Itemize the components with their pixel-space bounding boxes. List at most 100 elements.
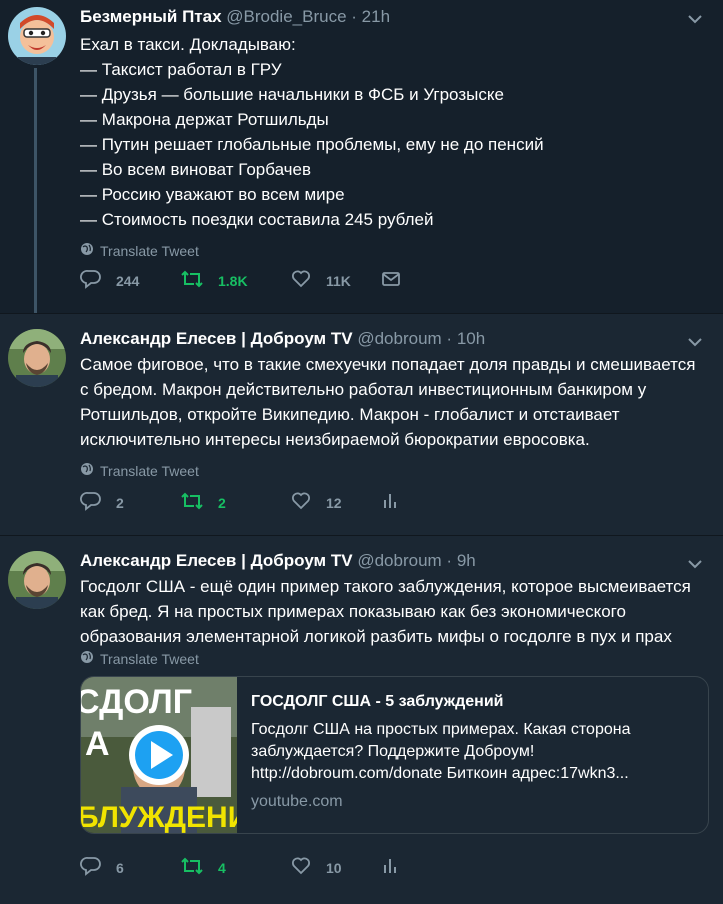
like-icon <box>290 268 312 293</box>
avatar[interactable] <box>8 329 66 387</box>
reply-icon <box>80 855 102 880</box>
tweet-line: — Во всем виноват Горбачев <box>80 160 311 179</box>
reply-count: 2 <box>116 494 124 511</box>
tweet-line: образования элементарной логикой разбить… <box>80 627 672 646</box>
tweet-header: Безмерный Птах @Brodie_Bruce · 21h <box>80 6 683 28</box>
reply-button[interactable]: 244 <box>80 268 180 293</box>
retweet-button[interactable]: 2 <box>180 490 290 515</box>
chevron-down-icon[interactable] <box>685 554 705 574</box>
card-desc-line: Госдолг США на простых примерах. Какая с… <box>251 721 631 738</box>
analytics-icon <box>380 855 402 880</box>
card-desc-line: заблуждается? Поддержите Доброум! <box>251 743 535 760</box>
chevron-down-icon[interactable] <box>685 9 705 29</box>
tweet-time[interactable]: 10h <box>457 329 485 348</box>
retweet-button[interactable]: 4 <box>180 855 290 880</box>
reply-icon <box>80 268 102 293</box>
tweet-line: Самое фиговое, что в такие смехуечки поп… <box>80 355 696 374</box>
thumb-text-bottom: БЛУЖДЕНИЙ <box>81 800 237 833</box>
retweet-button[interactable]: 1.8K <box>180 268 290 293</box>
chevron-down-icon[interactable] <box>685 332 705 352</box>
translate-label: Translate Tweet <box>100 462 199 479</box>
author-handle[interactable]: @dobroum <box>357 551 441 570</box>
retweet-count: 2 <box>218 494 226 511</box>
author-name[interactable]: Александр Елесев | Доброум TV <box>80 329 353 348</box>
like-count: 10 <box>326 859 342 876</box>
tweet-line: Ротшильдов, откройте Википедию. Макрон -… <box>80 405 620 424</box>
globe-icon <box>80 242 94 259</box>
tweet-line: как бред. Я на простых примерах показыва… <box>80 602 626 621</box>
separator: · <box>351 7 357 26</box>
retweet-count: 4 <box>218 859 226 876</box>
like-button[interactable]: 10 <box>290 855 380 880</box>
like-icon <box>290 490 312 515</box>
tweet-text: Ехал в такси. Докладываю: — Таксист рабо… <box>80 32 713 232</box>
like-count: 11K <box>326 272 351 289</box>
tweet-line: — Таксист работал в ГРУ <box>80 60 282 79</box>
translate-tweet-link[interactable]: Translate Tweet <box>80 650 199 667</box>
link-card[interactable]: СДОЛГ А БЛУЖДЕНИЙ ГОСДОЛГ США - 5 заблуж… <box>80 676 709 834</box>
tweet-text: Госдолг США - ещё один пример такого заб… <box>80 574 713 649</box>
card-desc-line: http://dobroum.com/donate Биткоин адрес:… <box>251 765 629 782</box>
tweet-time[interactable]: 9h <box>457 551 476 570</box>
like-button[interactable]: 11K <box>290 268 380 293</box>
tweet-3[interactable]: Александр Елесев | Доброум TV @dobroum ·… <box>0 535 723 904</box>
analytics-button[interactable] <box>380 490 402 515</box>
card-description: Госдолг США на простых примерах. Какая с… <box>251 719 630 785</box>
translate-label: Translate Tweet <box>100 242 199 259</box>
reply-icon <box>80 490 102 515</box>
author-name[interactable]: Александр Елесев | Доброум TV <box>80 551 353 570</box>
globe-icon <box>80 650 94 667</box>
retweet-icon <box>180 268 204 293</box>
play-icon <box>129 725 189 785</box>
tweet-2[interactable]: Александр Елесев | Доброум TV @dobroum ·… <box>0 313 723 535</box>
message-icon <box>380 268 402 293</box>
thumb-text-mid: А <box>85 725 110 763</box>
direct-message-button[interactable] <box>380 268 402 293</box>
thread-line <box>34 68 37 313</box>
tweet-line: — Россию уважают во всем мире <box>80 185 345 204</box>
tweet-line: — Путин решает глобальные проблемы, ему … <box>80 135 544 154</box>
like-icon <box>290 855 312 880</box>
tweet-line: Госдолг США - ещё один пример такого заб… <box>80 577 691 596</box>
reply-count: 6 <box>116 859 124 876</box>
reply-count: 244 <box>116 272 140 289</box>
tweet-line: с бредом. Макрон действительно работал и… <box>80 380 647 399</box>
reply-button[interactable]: 6 <box>80 855 180 880</box>
tweet-header: Александр Елесев | Доброум TV @dobroum ·… <box>80 328 683 350</box>
tweet-header: Александр Елесев | Доброум TV @dobroum ·… <box>80 550 683 572</box>
separator: · <box>446 551 453 570</box>
translate-tweet-link[interactable]: Translate Tweet <box>80 462 199 479</box>
card-domain: youtube.com <box>251 793 343 810</box>
tweet-line: исключительно интересы неизбираемой бюро… <box>80 430 590 449</box>
author-name[interactable]: Безмерный Птах <box>80 7 222 26</box>
translate-label: Translate Tweet <box>100 650 199 667</box>
analytics-icon <box>380 490 402 515</box>
translate-tweet-link[interactable]: Translate Tweet <box>80 242 199 259</box>
retweet-icon <box>180 855 204 880</box>
tweet-line: — Друзья — большие начальники в ФСБ и Уг… <box>80 85 504 104</box>
retweet-icon <box>180 490 204 515</box>
author-handle[interactable]: @dobroum <box>357 329 441 348</box>
tweet-time[interactable]: 21h <box>362 7 390 26</box>
tweet-actions: 244 1.8K 11K <box>80 268 402 293</box>
thumb-text-top: СДОЛГ <box>81 683 192 721</box>
reply-button[interactable]: 2 <box>80 490 180 515</box>
tweet-1[interactable]: Безмерный Птах @Brodie_Bruce · 21h Ехал … <box>0 0 723 313</box>
tweet-line: — Макрона держат Ротшильды <box>80 110 329 129</box>
tweet-line: Ехал в такси. Докладываю: <box>80 35 296 54</box>
card-title: ГОСДОЛГ США - 5 заблуждений <box>251 693 504 710</box>
avatar[interactable] <box>8 7 66 65</box>
tweet-actions: 6 4 10 <box>80 855 402 880</box>
author-handle[interactable]: @Brodie_Bruce <box>226 7 346 26</box>
like-button[interactable]: 12 <box>290 490 380 515</box>
tweet-text: Самое фиговое, что в такие смехуечки поп… <box>80 352 713 452</box>
video-thumbnail[interactable]: СДОЛГ А БЛУЖДЕНИЙ <box>81 677 271 833</box>
avatar[interactable] <box>8 551 66 609</box>
card-info: ГОСДОЛГ США - 5 заблуждений Госдолг США … <box>237 677 644 833</box>
analytics-button[interactable] <box>380 855 402 880</box>
tweet-actions: 2 2 12 <box>80 490 402 515</box>
globe-icon <box>80 462 94 479</box>
retweet-count: 1.8K <box>218 272 248 289</box>
separator: · <box>446 329 453 348</box>
tweet-line: — Стоимость поездки составила 245 рублей <box>80 210 434 229</box>
